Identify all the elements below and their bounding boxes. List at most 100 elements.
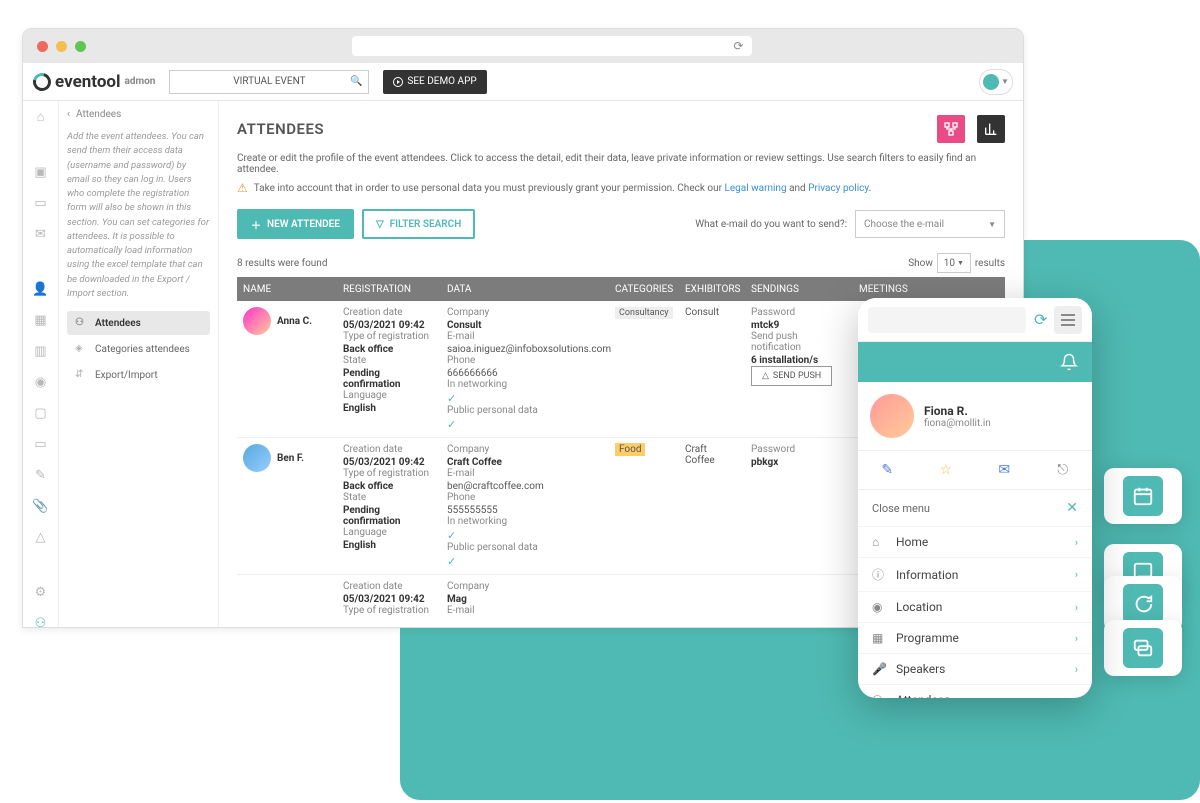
menu-item-label: Speakers [896,662,945,676]
mobile-top-bar: ⟳ [858,298,1092,342]
widget-programme[interactable]: ramme [1104,468,1182,524]
side-label: Attendees [95,318,141,329]
mobile-menu-item[interactable]: ⚇Attendees› [858,684,1092,698]
side-panel: ‹ Attendees Add the event attendees. You… [59,101,219,627]
close-dot[interactable] [37,41,48,52]
mobile-menu-item[interactable]: ⓘInformation› [858,557,1092,591]
export-icon: ⇵ [75,369,87,381]
user-menu-button[interactable]: ▼ [979,69,1013,95]
menu-item-label: Programme [896,631,959,645]
send-push-button[interactable]: △SEND PUSH [751,366,832,386]
brand-logo[interactable]: eventool admon [33,72,155,92]
col-categories[interactable]: CATEGORIES [609,284,679,295]
close-icon[interactable]: ✕ [1066,500,1078,516]
mobile-bell-bar [858,342,1092,382]
privacy-link[interactable]: Privacy policy [808,183,868,194]
tag-icon: ◈ [75,343,87,355]
widget-extra[interactable] [1104,620,1182,676]
filter-search-button[interactable]: ▽ FILTER SEARCH [362,209,475,239]
col-meetings[interactable]: MEETINGS [853,284,913,295]
col-data[interactable]: DATA [441,284,609,295]
pencil-icon[interactable]: ✎ [33,468,49,483]
users-icon: ⚇ [75,317,87,329]
pin-icon[interactable]: ◉ [33,375,49,390]
warning-row: ⚠ Take into account that in order to use… [237,181,1005,195]
mobile-user-name: Fiona R. [924,404,991,418]
gallery-icon[interactable]: ▢ [33,406,49,421]
action-row: ＋ NEW ATTENDEE ▽ FILTER SEARCH What e-ma… [237,209,1005,239]
app-header: eventool admon VIRTUAL EVENT 🔍 SEE DEMO … [23,63,1023,101]
msg-icon[interactable]: ✉ [33,227,49,242]
mail-icon[interactable]: ✉ [995,461,1013,479]
sidebar-item-attendees[interactable]: ⚇ Attendees [67,311,210,335]
note-icon[interactable]: ▭ [33,196,49,211]
side-label: Categories attendees [95,344,190,355]
mobile-menu-item[interactable]: ⌂Home› [858,526,1092,557]
col-exhibitors[interactable]: EXHIBITORS [679,284,745,295]
mobile-avatar [870,394,914,438]
chevron-right-icon: › [1075,568,1078,581]
menu-item-icon: 🎤 [872,662,886,676]
demo-label: SEE DEMO APP [407,76,476,87]
page-size-select[interactable]: 10▼ [937,253,971,273]
settings-icon[interactable]: ⚙ [33,585,49,600]
sidebar-item-export[interactable]: ⇵ Export/Import [67,363,210,387]
tree-view-button[interactable] [937,115,965,143]
menu-item-label: Information [896,568,958,582]
mobile-menu-item[interactable]: ▦Programme› [858,622,1092,653]
icon-rail: ⌂ ▣ ▭ ✉ 👤 ▦ ▥ ◉ ▢ ▭ ✎ 📎 △ ⚙ ⚇ ◑ ⇆ [23,101,59,627]
star-icon[interactable]: ☆ [937,461,955,479]
attendees-nav-icon[interactable]: ⚇ [33,616,49,628]
new-attendee-button[interactable]: ＋ NEW ATTENDEE [237,209,354,239]
url-bar[interactable]: ⟳ [352,36,752,56]
person-icon[interactable]: 👤 [33,282,49,297]
bell-icon: △ [762,371,769,381]
bell-icon[interactable] [1060,353,1078,371]
logout-icon[interactable]: ⎋ [1054,461,1072,479]
col-sendings[interactable]: SENDINGS [745,284,853,295]
search-icon: 🔍 [350,76,362,87]
menu-item-label: Attendees [896,693,950,698]
warning-icon: ⚠ [237,181,248,195]
building-icon[interactable]: ▥ [33,344,49,359]
clip-icon[interactable]: 📎 [33,499,49,514]
menu-item-label: Location [896,600,942,614]
brand-name: eventool [55,72,121,92]
box-icon[interactable]: ▣ [33,165,49,180]
warn-text: Take into account that in order to use p… [254,183,725,194]
mobile-user-header: Fiona R. fiona@mollit.in [858,382,1092,450]
category-chip: Food [615,443,645,456]
legal-link[interactable]: Legal warning [724,183,786,194]
show-label: Show [908,258,933,269]
mobile-menu-button[interactable] [1054,306,1082,334]
chat-icon [1123,584,1163,624]
sidebar-item-categories[interactable]: ◈ Categories attendees [67,337,210,361]
col-registration[interactable]: REGISTRATION [337,284,441,295]
mobile-search-input[interactable] [868,307,1026,333]
chart-view-button[interactable] [977,115,1005,143]
search-value: VIRTUAL EVENT [233,76,305,87]
btn-label: FILTER SEARCH [390,219,462,230]
event-search-input[interactable]: VIRTUAL EVENT 🔍 [169,70,369,94]
attendee-name: Ben F. [277,453,304,464]
mobile-action-row: ✎ ☆ ✉ ⎋ [858,450,1092,490]
home-icon[interactable]: ⌂ [33,109,49,125]
edit-icon[interactable]: ✎ [878,461,896,479]
email-select[interactable]: Choose the e-mail ▼ [855,210,1005,238]
maximize-dot[interactable] [75,41,86,52]
reload-icon[interactable]: ⟳ [733,39,743,53]
admin-label: admon [125,76,156,87]
folder-icon[interactable]: ▭ [33,437,49,452]
filter-icon: ▽ [376,219,384,230]
col-name[interactable]: NAME [237,284,337,295]
mobile-menu-item[interactable]: ◉Location› [858,591,1092,622]
menu-item-icon: ⌂ [872,535,886,549]
calendar-icon[interactable]: ▦ [33,313,49,328]
bell-icon[interactable]: △ [33,530,49,545]
results-suffix: results [975,258,1005,269]
breadcrumb[interactable]: ‹ Attendees [67,109,210,120]
mobile-menu-item[interactable]: 🎤Speakers› [858,653,1092,684]
search-icon[interactable]: ⟳ [1034,310,1046,329]
see-demo-button[interactable]: SEE DEMO APP [383,70,486,94]
minimize-dot[interactable] [56,41,67,52]
